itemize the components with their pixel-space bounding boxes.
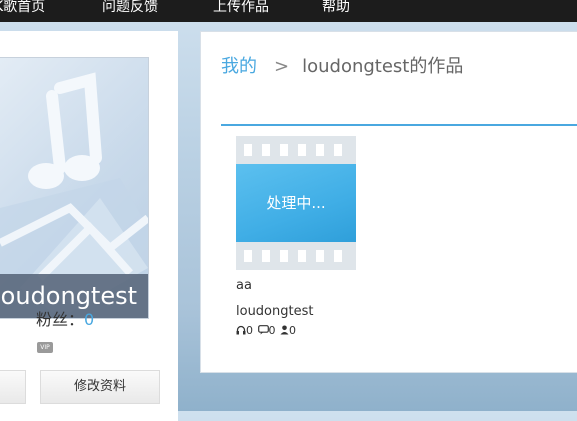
- film-strip-bottom: [236, 242, 356, 270]
- nav-item-home[interactable]: K歌首页: [0, 0, 45, 18]
- fans-label: 粉丝：: [36, 310, 85, 329]
- work-author[interactable]: loudongtest: [236, 304, 313, 319]
- comment-icon: [257, 325, 269, 335]
- breadcrumb-current: loudongtest的作品: [302, 56, 464, 77]
- section-divider: [221, 124, 577, 126]
- breadcrumb: 我的 > loudongtest的作品: [221, 52, 463, 78]
- listen-value: 0: [246, 324, 253, 337]
- comment-count: 0: [257, 324, 276, 337]
- profile-cover[interactable]: loudongtest: [0, 57, 149, 319]
- nav-item-feedback[interactable]: 问题反馈: [102, 0, 158, 18]
- listen-count: 0: [236, 324, 253, 337]
- gift-value: 0: [289, 324, 296, 337]
- film-strip-top: [236, 136, 356, 164]
- breadcrumb-mine-link[interactable]: 我的: [221, 56, 257, 77]
- nav-item-upload[interactable]: 上传作品: [213, 0, 269, 18]
- fans-count: 粉丝：0: [36, 306, 94, 330]
- user-icon: [280, 325, 289, 335]
- top-nav-bar: K歌首页 问题反馈 上传作品 帮助: [0, 0, 577, 22]
- left-action-button[interactable]: [0, 370, 26, 404]
- gift-count: 0: [280, 324, 296, 337]
- processing-status: 处理中...: [236, 164, 356, 242]
- work-thumbnail[interactable]: 处理中...: [236, 136, 356, 270]
- comment-value: 0: [268, 324, 276, 337]
- work-stats: 0 0 0: [236, 324, 297, 337]
- nav-item-help[interactable]: 帮助: [322, 0, 350, 18]
- headphones-icon: [236, 325, 246, 335]
- vip-badge: VIP: [37, 342, 53, 353]
- breadcrumb-separator: >: [274, 56, 290, 77]
- fans-value[interactable]: 0: [84, 310, 94, 329]
- profile-panel: loudongtest 粉丝：0 VIP 修改资料: [0, 31, 178, 421]
- works-panel: 我的 > loudongtest的作品 处理中... aa loudongtest …: [200, 31, 577, 373]
- edit-profile-button[interactable]: 修改资料: [40, 370, 160, 404]
- work-title[interactable]: aa: [236, 278, 252, 293]
